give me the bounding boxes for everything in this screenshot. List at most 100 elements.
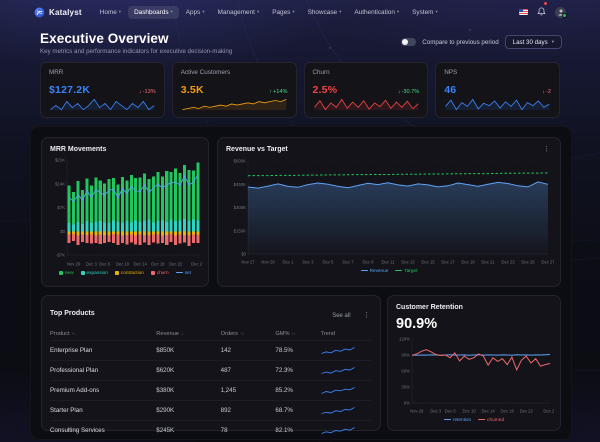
column-header-label: Revenue bbox=[156, 331, 180, 337]
revenue-vs-target-chart[interactable]: $600K $450K $300K $150K $0 Nov 27 Nov 29 Dec 1 D… bbox=[226, 156, 554, 266]
column-header-gm-[interactable]: GM% ↑↓ bbox=[275, 328, 320, 341]
legend-item-target[interactable]: Target bbox=[395, 268, 417, 273]
svg-text:Dec 21: Dec 21 bbox=[481, 260, 495, 265]
cell-orders: 78 bbox=[220, 420, 276, 440]
nav-item-home[interactable]: Home ▾ bbox=[94, 6, 127, 19]
chevron-down-icon: ▾ bbox=[292, 8, 295, 14]
see-all-link[interactable]: See all bbox=[332, 313, 350, 319]
svg-text:Dec 27: Dec 27 bbox=[543, 409, 554, 414]
nav-item-apps[interactable]: Apps ▾ bbox=[180, 6, 211, 19]
svg-text:60%: 60% bbox=[401, 369, 410, 374]
nav-item-system[interactable]: System ▾ bbox=[406, 6, 444, 19]
kpi-card-churn[interactable]: Churn 2.5% ↓ -30.7% bbox=[303, 62, 429, 118]
nav-item-management[interactable]: Management ▾ bbox=[212, 6, 266, 19]
header-controls: Compare to previous period Last 30 days … bbox=[401, 35, 562, 49]
svg-text:Dec 9: Dec 9 bbox=[363, 260, 375, 265]
nav-item-pages[interactable]: Pages ▾ bbox=[266, 6, 300, 19]
legend-item-net[interactable]: net bbox=[175, 270, 191, 275]
kpi-value-row: 3.5K ↑ +14% bbox=[181, 84, 288, 96]
svg-text:Dec 18: Dec 18 bbox=[501, 409, 515, 414]
svg-text:Dec 10: Dec 10 bbox=[462, 409, 476, 414]
cell-revenue: $620K bbox=[156, 360, 221, 381]
kpi-card-nps[interactable]: NPS 46 ↓ -2 bbox=[435, 62, 560, 118]
kpi-card-mrr[interactable]: MRR $127.2K ↓ -13% bbox=[40, 62, 165, 118]
trend-sparkline bbox=[321, 387, 356, 394]
svg-text:120%: 120% bbox=[399, 337, 410, 342]
card-title: Revenue vs Target bbox=[226, 146, 288, 153]
svg-text:Dec 17: Dec 17 bbox=[441, 260, 455, 265]
kpi-card-active-customers[interactable]: Active Customers 3.5K ↑ +14% bbox=[171, 62, 297, 118]
kpi-value-row: 46 ↓ -2 bbox=[444, 84, 551, 96]
legend-line-swatch bbox=[175, 271, 183, 274]
language-flag-icon[interactable] bbox=[519, 9, 528, 15]
svg-text:Dec 14: Dec 14 bbox=[134, 262, 148, 267]
svg-text:Dec 23: Dec 23 bbox=[501, 260, 515, 265]
svg-text:0%: 0% bbox=[404, 401, 410, 406]
legend-line-swatch bbox=[395, 269, 403, 272]
nav-item-showcase[interactable]: Showcase ▾ bbox=[302, 6, 348, 19]
cell-gm: 78.5% bbox=[275, 340, 321, 361]
kpi-value-row: 2.5% ↓ -30.7% bbox=[313, 84, 420, 96]
kebab-menu-icon[interactable]: ⋮ bbox=[541, 146, 552, 153]
kpi-delta-value: +14% bbox=[273, 89, 288, 95]
bell-icon bbox=[537, 7, 546, 16]
svg-text:Dec 14: Dec 14 bbox=[481, 409, 495, 414]
svg-text:Dec 22: Dec 22 bbox=[520, 409, 534, 414]
kebab-menu-icon[interactable]: ⋮ bbox=[361, 312, 372, 319]
legend-item-retention[interactable]: retention bbox=[443, 417, 472, 422]
main-panel: MRR Movements $21K $14K $7K $0 -$7K Nov 29 Dec… bbox=[30, 126, 572, 440]
column-header-product[interactable]: Product ↑↓ bbox=[50, 328, 156, 341]
column-header-label: GM% bbox=[275, 331, 290, 337]
trend-arrow-icon: ↓ bbox=[138, 89, 142, 95]
table-row-professional-plan: Professional Plan $620K 487 72.3% bbox=[50, 360, 372, 381]
kpi-value-row: $127.2K ↓ -13% bbox=[49, 84, 156, 96]
user-menu-button[interactable] bbox=[555, 6, 567, 18]
cell-trend bbox=[320, 340, 372, 361]
trend-arrow-icon: ↑ bbox=[269, 89, 273, 95]
customer-retention-chart[interactable]: 120% 90% 60% 30% 0%Nov 29 Dec 3 Dec 6 Dec 10 Dec… bbox=[396, 335, 554, 415]
trend-sparkline bbox=[321, 347, 356, 354]
svg-text:Dec 15: Dec 15 bbox=[421, 260, 435, 265]
legend-item-expansion[interactable]: expansion bbox=[80, 270, 108, 275]
legend-item-churned[interactable]: churned bbox=[478, 417, 504, 422]
sort-icon: ↑↓ bbox=[240, 331, 245, 336]
cell-gm: 68.7% bbox=[275, 400, 321, 421]
svg-text:Dec 5: Dec 5 bbox=[323, 260, 335, 265]
mrr-movements-chart[interactable]: $21K $14K $7K $0 -$7KNov 29 Dec 3 Dec 6 Dec 10 D… bbox=[50, 156, 202, 268]
chevron-down-icon: ▾ bbox=[435, 8, 438, 14]
chevron-down-icon: ▾ bbox=[256, 8, 260, 14]
trend-sparkline bbox=[321, 367, 356, 374]
legend-item-revenue[interactable]: Revenue bbox=[360, 268, 388, 273]
column-header-orders[interactable]: Orders ↑↓ bbox=[221, 328, 276, 341]
nav-item-label: Apps bbox=[185, 8, 201, 16]
retention-legend: retention churned bbox=[396, 417, 552, 422]
notifications-button[interactable] bbox=[537, 2, 547, 21]
svg-text:Dec 3: Dec 3 bbox=[430, 409, 442, 414]
nav-item-authentication[interactable]: Authentication ▾ bbox=[348, 6, 405, 19]
svg-text:$14K: $14K bbox=[55, 181, 65, 186]
legend-label: churned bbox=[487, 417, 505, 422]
kpi-delta-value: -13% bbox=[142, 89, 156, 95]
toggle-knob bbox=[402, 39, 409, 45]
svg-text:Dec 6: Dec 6 bbox=[445, 409, 457, 414]
period-select-value: Last 30 days bbox=[512, 38, 548, 46]
nav-item-dashboards[interactable]: Dashboards ▾ bbox=[128, 5, 179, 19]
table-row-enterprise-plan: Enterprise Plan $850K 142 78.5% bbox=[50, 340, 372, 361]
notification-dot bbox=[544, 2, 547, 5]
brand[interactable]: Katalyst bbox=[34, 7, 82, 18]
svg-text:Dec 10: Dec 10 bbox=[116, 262, 130, 267]
column-header-revenue[interactable]: Revenue ↓ bbox=[156, 328, 220, 341]
mrr-movements-card: MRR Movements $21K $14K $7K $0 -$7K Nov 29 Dec… bbox=[41, 137, 209, 287]
legend-item-contraction[interactable]: contraction bbox=[114, 270, 144, 275]
svg-text:$150K: $150K bbox=[234, 228, 247, 233]
legend-label: retention bbox=[452, 417, 472, 422]
cell-product: Starter Plan bbox=[50, 400, 157, 421]
customer-retention-card: Customer Retention 90.9% 120% 90% 60% 30% 0%… bbox=[387, 295, 561, 431]
katalyst-logo-icon bbox=[34, 7, 45, 17]
legend-item-new[interactable]: new bbox=[58, 270, 74, 275]
svg-text:Dec 3: Dec 3 bbox=[303, 260, 315, 265]
kpi-row: MRR $127.2K ↓ -13% Active Customers 3.5K… bbox=[40, 62, 560, 118]
compare-toggle[interactable] bbox=[401, 38, 417, 46]
legend-item-churn[interactable]: churn bbox=[150, 270, 169, 275]
period-select[interactable]: Last 30 days ▾ bbox=[504, 35, 562, 49]
